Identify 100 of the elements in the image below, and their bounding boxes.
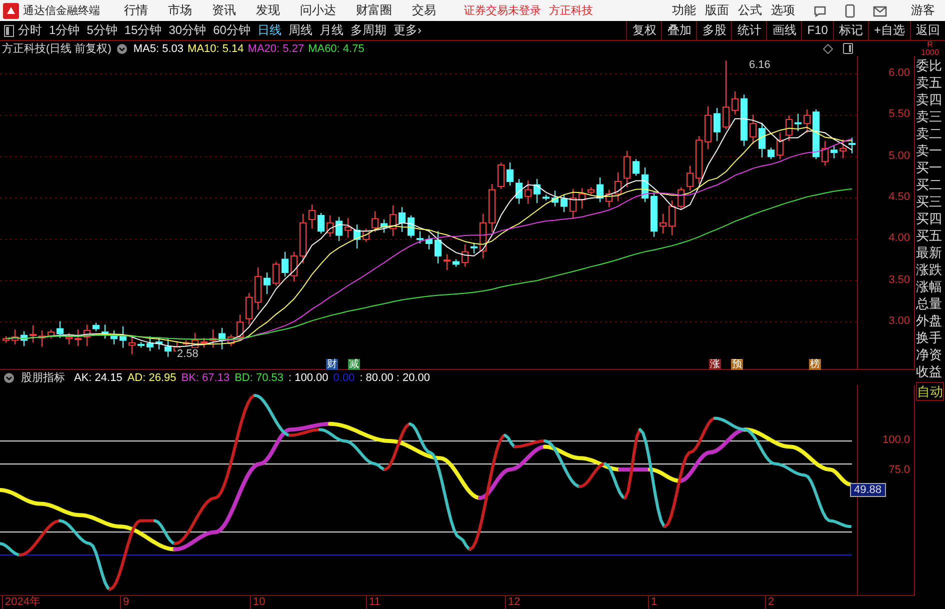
candlestick xyxy=(624,150,630,188)
menu-item[interactable]: 问小达 xyxy=(300,2,336,19)
period-tab[interactable]: 周线 xyxy=(288,22,312,39)
quote-field-label[interactable]: 买四 xyxy=(916,210,944,227)
quote-field-label[interactable]: 涨跌 xyxy=(916,261,944,278)
toolbar-button[interactable]: 复权 xyxy=(626,21,662,40)
indicator-value: BK: 67.13 xyxy=(181,372,230,384)
candlestick xyxy=(318,212,324,234)
toolbar-button[interactable]: 统计 xyxy=(731,21,766,40)
quote-field-label[interactable]: 收益 xyxy=(916,363,944,380)
quote-field-label[interactable]: 净资 xyxy=(916,346,944,363)
menu-item[interactable]: 功能 xyxy=(672,2,696,19)
toolbar-button[interactable]: 叠加 xyxy=(661,21,696,40)
period-tab[interactable]: 30分钟 xyxy=(168,22,206,39)
candlestick xyxy=(470,242,478,254)
quote-field-label[interactable]: 买二 xyxy=(916,176,944,193)
candlestick xyxy=(758,122,766,158)
indicator-value: AD: 26.95 xyxy=(127,372,176,384)
menu-item[interactable]: 选项 xyxy=(771,2,795,19)
indicator-axis-label: 75.0 xyxy=(888,464,910,476)
period-tab[interactable]: 60分钟 xyxy=(213,22,250,39)
time-axis-label: 2 xyxy=(765,596,774,609)
quote-field-label[interactable]: 买三 xyxy=(916,193,944,210)
menu-item[interactable]: 行情 xyxy=(124,2,148,19)
price-axis-label: 5.50 xyxy=(888,108,910,120)
quote-field-label[interactable]: 外盘 xyxy=(916,312,944,329)
period-tab[interactable]: 5分钟 xyxy=(86,22,118,39)
candlestick xyxy=(416,230,424,244)
broker-name[interactable]: 方正科技 xyxy=(549,3,593,18)
chat-icon[interactable] xyxy=(813,4,827,18)
low-price-label: 2.58 xyxy=(176,348,200,360)
candlestick xyxy=(444,254,450,270)
quote-field-label[interactable]: 总量 xyxy=(916,295,944,312)
candlestick xyxy=(120,326,126,348)
candlestick xyxy=(776,132,784,160)
candlestick xyxy=(452,258,460,268)
candlestick xyxy=(48,329,54,340)
moving-average-value: MA60: 4.75 xyxy=(308,42,364,54)
menu-item[interactable]: 公式 xyxy=(738,2,762,19)
quote-field-label[interactable]: 卖四 xyxy=(916,91,944,108)
quote-field-label[interactable]: 买五 xyxy=(916,227,944,244)
indicator-value: AK: 24.15 xyxy=(74,372,122,384)
stock-title: 方正科技(日线 前复权) xyxy=(2,42,112,56)
menu-item[interactable]: 资讯 xyxy=(212,2,236,19)
more-menu[interactable]: 更多› xyxy=(393,22,422,39)
corner-letter: R xyxy=(927,41,933,49)
menu-item[interactable]: 市场 xyxy=(168,2,192,19)
quote-field-label[interactable]: 卖一 xyxy=(916,142,944,159)
candlestick xyxy=(74,329,82,347)
event-tag[interactable]: 涨 xyxy=(709,359,721,370)
toolbar-button[interactable]: +自选 xyxy=(868,21,910,40)
panel-icon[interactable] xyxy=(843,43,853,54)
candlestick xyxy=(524,180,532,204)
candlestick xyxy=(254,267,262,310)
time-axis-label: 10 xyxy=(250,596,266,609)
user-name[interactable]: 游客 xyxy=(911,2,935,19)
panel-toggle-icon[interactable] xyxy=(4,24,14,36)
price-axis-label: 6.00 xyxy=(888,67,910,79)
event-tag[interactable]: 减 xyxy=(348,359,360,370)
quote-field-label[interactable]: 涨幅 xyxy=(916,278,944,295)
phone-icon[interactable] xyxy=(845,4,855,18)
toolbar-button[interactable]: 多股 xyxy=(696,21,732,40)
quote-field-label[interactable]: 委比 xyxy=(916,57,944,74)
quote-field-label[interactable]: 卖三 xyxy=(916,108,944,125)
quote-field-label[interactable]: 最新 xyxy=(916,244,944,261)
candlestick xyxy=(750,114,756,145)
toolbar-button[interactable]: 标记 xyxy=(832,21,868,40)
candlestick xyxy=(830,145,838,159)
candlestick xyxy=(560,194,568,213)
login-status[interactable]: 证券交易未登录 xyxy=(464,3,541,18)
period-tab[interactable]: 15分钟 xyxy=(124,22,162,39)
candlestick xyxy=(678,186,684,210)
diamond-icon[interactable] xyxy=(823,44,833,54)
period-tab[interactable]: 多周期 xyxy=(350,22,386,39)
menu-item[interactable]: 交易 xyxy=(412,2,436,19)
quote-field-label[interactable]: 卖五 xyxy=(916,74,944,91)
menu-item[interactable]: 财富圈 xyxy=(356,2,392,19)
quote-field-label[interactable]: 买一 xyxy=(916,159,944,176)
period-tab[interactable]: 1分钟 xyxy=(49,22,80,39)
event-tag[interactable]: 预 xyxy=(731,359,743,370)
candlestick xyxy=(434,230,442,264)
mail-icon[interactable] xyxy=(873,4,887,16)
candlestick xyxy=(570,188,576,220)
toolbar-button[interactable]: 画线 xyxy=(766,21,802,40)
dropdown-icon[interactable] xyxy=(4,372,14,383)
menu-item[interactable]: 版面 xyxy=(705,2,729,19)
period-tab[interactable]: 分时 xyxy=(18,22,42,39)
toolbar-button[interactable]: 返回 xyxy=(910,21,945,40)
quote-field-label[interactable]: 卖二 xyxy=(916,125,944,142)
auto-button[interactable]: 自动 xyxy=(916,382,944,401)
event-tag[interactable]: 财 xyxy=(326,359,338,370)
dropdown-icon[interactable] xyxy=(117,44,128,54)
quote-field-label[interactable]: 换手 xyxy=(916,329,944,346)
event-tag[interactable]: 榜 xyxy=(809,359,821,370)
moving-average-value: MA20: 5.27 xyxy=(248,42,304,54)
period-tab[interactable]: 日线 xyxy=(257,22,282,39)
menu-item[interactable]: 发现 xyxy=(256,2,280,19)
toolbar-button[interactable]: F10 xyxy=(801,21,833,40)
candlestick xyxy=(614,172,622,202)
period-tab[interactable]: 月线 xyxy=(319,22,344,39)
